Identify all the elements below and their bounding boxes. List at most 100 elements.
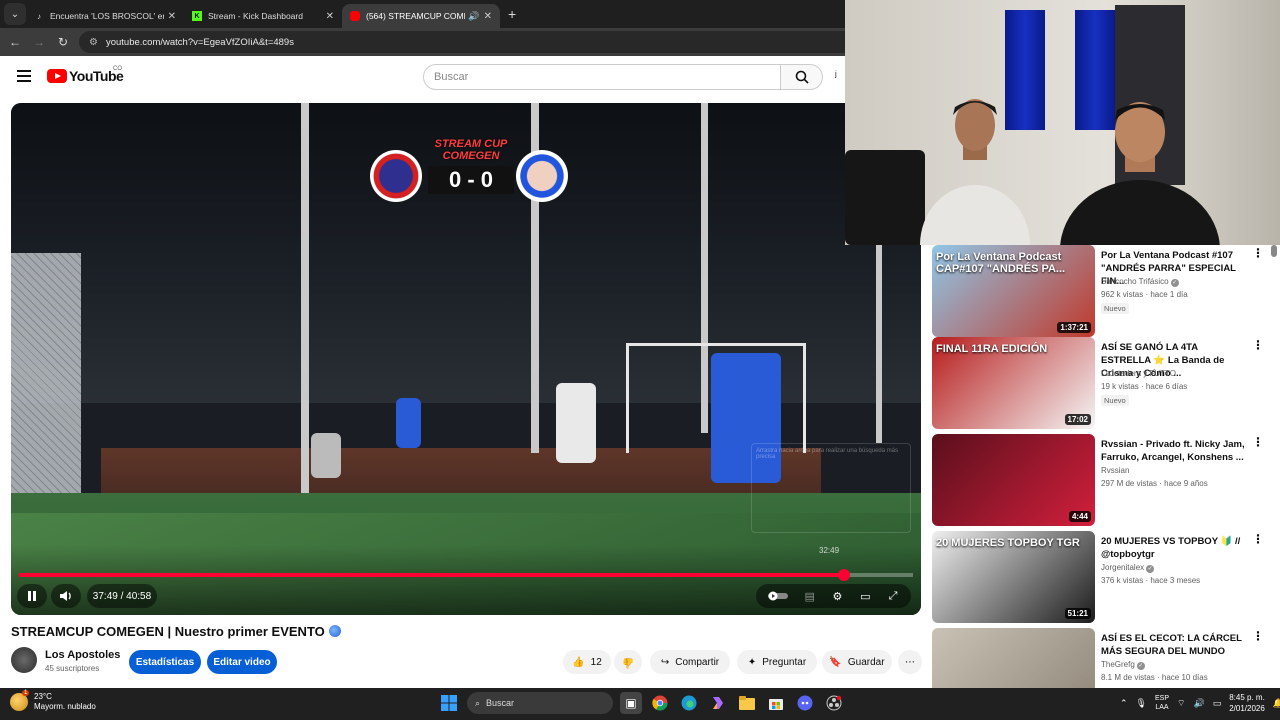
url-field[interactable]: ⚙ youtube.com/watch?v=EgeaVfZOIiA&t=489s — [79, 31, 859, 53]
recommendation-item[interactable]: 20 MUJERES TOPBOY TGR 51:21 20 MUJERES VS … — [932, 531, 1280, 623]
tab-youtube[interactable]: (564) STREAMCUP COMEGEN | Nuestro primer… — [342, 4, 500, 28]
miniplayer-icon[interactable]: ▭ — [858, 589, 872, 603]
thumbnail-text: FINAL 11RA EDICIÓN — [936, 343, 1048, 355]
like-button[interactable]: 👍 12 — [563, 650, 611, 674]
more-options-icon[interactable]: ⋮ — [1252, 533, 1264, 545]
wifi-icon[interactable]: ⌔ — [1177, 698, 1185, 709]
notifications-icon[interactable]: 🔔 — [1273, 698, 1280, 709]
search-input[interactable]: Buscar — [423, 64, 781, 90]
file-explorer-icon[interactable] — [736, 692, 758, 714]
pause-button[interactable] — [17, 584, 47, 608]
recommendation-title[interactable]: Rvssian - Privado ft. Nicky Jam, Farruko… — [1101, 438, 1247, 464]
taskbar-search[interactable]: ⌕ Buscar — [467, 692, 613, 714]
close-tab-icon[interactable]: ✕ — [484, 11, 492, 22]
lang-layout: LAA — [1155, 704, 1169, 711]
pause-icon — [28, 591, 36, 601]
tiktok-icon: ♪ — [37, 11, 41, 21]
chevron-up-icon[interactable]: ⌃ — [1120, 698, 1128, 709]
menu-icon[interactable] — [17, 70, 31, 82]
channel-name[interactable]: Los Apostoles — [45, 649, 120, 661]
weather-widget[interactable]: 1 23°C Mayorm. nublado — [10, 690, 96, 712]
recommendation-item[interactable]: Por La Ventana Podcast CAP#107 "ANDRÉS P… — [932, 245, 1280, 337]
site-info-icon[interactable]: ⚙ — [89, 37, 98, 48]
tab-search-button[interactable]: ⌄ — [4, 3, 26, 25]
speaker-icon[interactable]: 🔊 — [468, 11, 479, 22]
chrome-icon[interactable] — [649, 692, 671, 714]
search-icon — [795, 70, 809, 84]
tab-tiktok[interactable]: ♪ Encuentra 'LOS BROSCOL' en TikTok ✕ — [26, 4, 184, 28]
recommendation-thumbnail[interactable]: FINAL 11RA EDICIÓN 17:02 — [932, 337, 1095, 429]
video-player[interactable]: STREAM CUP COMEGEN 0 - 0 Arrastra hacia … — [11, 103, 921, 615]
more-options-icon[interactable]: ⋮ — [1252, 436, 1264, 448]
clock[interactable]: 8:45 p. m. 2/01/2026 — [1229, 692, 1265, 714]
recommendation-views: 962 k vistas · hace 1 día — [1101, 290, 1188, 299]
youtube-logo[interactable]: YouTube CO — [47, 66, 124, 84]
task-view-icon[interactable]: ▣ — [620, 692, 642, 714]
thumbnail-text: Por La Ventana Podcast CAP#107 "ANDRÉS P… — [936, 251, 1066, 275]
recommendation-item[interactable]: 4:44 Rvssian - Privado ft. Nicky Jam, Far… — [932, 434, 1280, 526]
close-tab-icon[interactable]: ✕ — [168, 11, 176, 22]
language-indicator[interactable]: ESP LAA — [1155, 694, 1169, 712]
recommendation-channel[interactable]: TheGrefg ✓ — [1101, 660, 1145, 670]
sidebar-scrollbar[interactable] — [1271, 245, 1277, 685]
video-title-text: STREAMCUP COMEGEN | Nuestro primer EVENT… — [11, 624, 325, 639]
close-tab-icon[interactable]: ✕ — [326, 11, 334, 22]
discord-icon[interactable] — [794, 692, 816, 714]
webcam-overlay — [845, 0, 1280, 245]
volume-button[interactable] — [51, 584, 81, 608]
battery-icon[interactable]: ▭ — [1213, 698, 1222, 709]
subtitles-icon[interactable]: ▤ — [803, 589, 817, 603]
volume-tray-icon[interactable]: 🔊 — [1193, 698, 1204, 709]
store-icon[interactable] — [765, 692, 787, 714]
recommendation-channel[interactable]: LaJotadera y FUTTO — [1101, 369, 1176, 378]
duration-badge: 4:44 — [1068, 511, 1091, 522]
tab-kick[interactable]: K Stream - Kick Dashboard ✕ — [184, 4, 342, 28]
progress-bar[interactable] — [19, 569, 913, 581]
save-button[interactable]: 🔖 Guardar — [822, 650, 892, 674]
thumbs-down-icon: 👍 — [621, 656, 635, 668]
more-options-icon[interactable]: ⋮ — [1252, 339, 1264, 351]
recommendation-title[interactable]: ASÍ ES EL CECOT: LA CÁRCEL MÁS SEGURA DE… — [1101, 632, 1247, 658]
temperature: 23°C — [34, 692, 52, 701]
scroll-thumb[interactable] — [1271, 245, 1277, 257]
ask-button[interactable]: ✦ Preguntar — [737, 650, 817, 674]
recommendation-title[interactable]: 20 MUJERES VS TOPBOY 🔰 // @topboytgr — [1101, 535, 1247, 561]
stats-button[interactable]: Estadísticas — [129, 650, 201, 674]
channel-name: TheGrefg — [1101, 660, 1135, 669]
sparkle-icon: ✦ — [747, 656, 757, 668]
forward-icon[interactable]: → — [27, 35, 51, 49]
recommendation-item[interactable]: FINAL 11RA EDICIÓN 17:02 ASÍ SE GANÓ LA 4T… — [932, 337, 1280, 429]
verified-icon: ✓ — [1136, 662, 1145, 670]
system-tray: ⌃ 🎙 ESP LAA ⌔ 🔊 ▭ 8:45 p. m. 2/01/2026 🔔 — [1120, 692, 1280, 714]
search-button[interactable] — [781, 64, 823, 90]
settings-gear-icon[interactable]: ⚙ — [830, 589, 844, 603]
more-options-icon[interactable]: ⋮ — [1252, 247, 1264, 259]
recommendation-channel[interactable]: Jorgenitalex ✓ — [1101, 563, 1155, 573]
recommendation-thumbnail[interactable]: Por La Ventana Podcast CAP#107 "ANDRÉS P… — [932, 245, 1095, 337]
recommendation-thumbnail[interactable]: 20 MUJERES TOPBOY TGR 51:21 — [932, 531, 1095, 623]
recommendation-channel[interactable]: Sancocho Trifásico ✓ — [1101, 277, 1179, 287]
fullscreen-icon[interactable]: ⤢ — [886, 589, 900, 603]
recommendation-thumbnail[interactable]: 4:44 — [932, 434, 1095, 526]
back-icon[interactable]: ← — [3, 35, 27, 49]
dislike-button[interactable]: 👍 — [614, 650, 642, 674]
share-button[interactable]: ↪ Compartir — [650, 650, 730, 674]
recommendation-channel[interactable]: Rvssian — [1101, 466, 1129, 475]
avatar[interactable] — [11, 647, 37, 673]
copilot-icon[interactable] — [707, 692, 729, 714]
more-actions-button[interactable]: ⋯ — [898, 650, 922, 674]
channel-name: Rvssian — [1101, 466, 1130, 475]
more-options-icon[interactable]: ⋮ — [1252, 630, 1264, 642]
reload-icon[interactable]: ↻ — [51, 35, 75, 49]
edge-icon[interactable] — [678, 692, 700, 714]
tab-label: (564) STREAMCUP COMEGEN | Nuestro primer… — [366, 11, 465, 21]
channel-name: Sancocho Trifásico — [1101, 277, 1169, 286]
windows-start-icon[interactable] — [438, 692, 460, 714]
obs-icon[interactable] — [823, 692, 845, 714]
autoplay-toggle[interactable] — [767, 589, 789, 603]
scoreboard-title: STREAM CUP COMEGEN — [434, 138, 508, 162]
mic-icon[interactable]: ʲ — [835, 70, 837, 82]
new-tab-button[interactable]: + — [508, 6, 516, 22]
mic-tray-icon[interactable]: 🎙 — [1136, 698, 1147, 709]
edit-video-button[interactable]: Editar video — [207, 650, 277, 674]
